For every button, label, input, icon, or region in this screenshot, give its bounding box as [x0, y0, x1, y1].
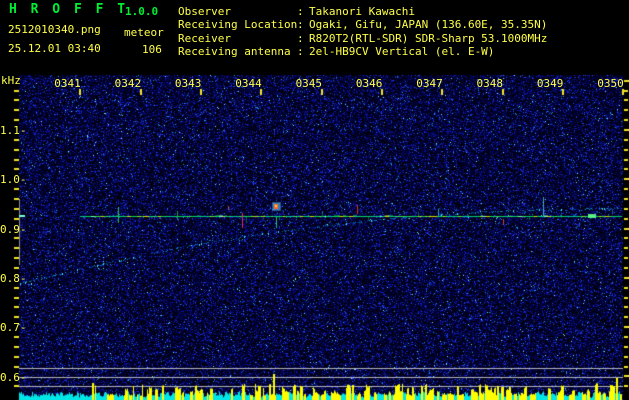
station-info-row: Observer: Takanori Kawachi	[178, 6, 547, 19]
station-info-label: Receiving antenna	[178, 45, 291, 59]
x-axis-label: 0344	[235, 77, 262, 90]
y-axis-label: 0.9-	[0, 223, 27, 236]
y-axis-label: 0.8-	[0, 272, 27, 285]
x-axis-label: 0350	[597, 77, 624, 90]
app-title: H R O F F T	[9, 2, 129, 17]
x-axis-label: 0346	[355, 77, 383, 90]
station-info-colon: :	[297, 5, 304, 18]
y-axis-unit-label: kHz	[1, 74, 21, 87]
station-info-label: Observer	[178, 5, 231, 18]
station-info-colon: :	[297, 18, 304, 32]
x-axis-label: 0348	[476, 77, 504, 90]
x-axis-label: 0347	[416, 77, 443, 90]
spectrogram-canvas	[0, 0, 629, 400]
x-axis-label: 0345	[295, 77, 323, 90]
station-info-value: R820T2(RTL-SDR) SDR-Sharp 53.1000MHz	[309, 31, 548, 45]
station-info-row: Receiver: R820T2(RTL-SDR) SDR-Sharp 53.10…	[178, 33, 547, 46]
date-time: 25.12.01 03:40	[8, 42, 101, 55]
x-axis-label: 0343	[174, 77, 202, 90]
station-info-colon: :	[297, 31, 304, 45]
app-version: 1.0.0	[125, 5, 159, 18]
mode-label: meteor	[124, 26, 164, 39]
hrofft-window: H R O F F T 1.0.0 2512010340.png meteor …	[0, 0, 629, 400]
station-info-block: Observer: Takanori Kawachi Receiving Locat…	[178, 6, 547, 60]
output-filename: 2512010340.png	[8, 23, 101, 36]
station-info-colon: :	[297, 45, 304, 59]
y-axis-label: 0.6-	[0, 371, 27, 384]
station-info-label: Receiver	[178, 31, 231, 45]
y-axis-label: 1.0-	[0, 173, 27, 186]
y-axis-label: 1.1-	[0, 124, 27, 137]
station-info-row: Receiving Location: Ogaki, Gifu, JAPAN (1…	[178, 19, 547, 32]
x-axis-label: 0342	[114, 77, 142, 90]
x-axis-label: 0349	[536, 77, 564, 90]
x-axis-label: 0341	[54, 77, 81, 90]
echo-count: 106	[142, 43, 162, 56]
station-info-value: 2el-HB9CV Vertical (el. E-W)	[309, 45, 495, 59]
station-info-label: Receiving Location	[178, 18, 298, 32]
y-axis-label: 0.7-	[0, 321, 27, 334]
station-info-value: Takanori Kawachi	[309, 5, 415, 18]
station-info-row: Receiving antenna:2el-HB9CV Vertical (el…	[178, 46, 547, 59]
station-info-value: Ogaki, Gifu, JAPAN (136.60E, 35.35N)	[309, 18, 548, 32]
